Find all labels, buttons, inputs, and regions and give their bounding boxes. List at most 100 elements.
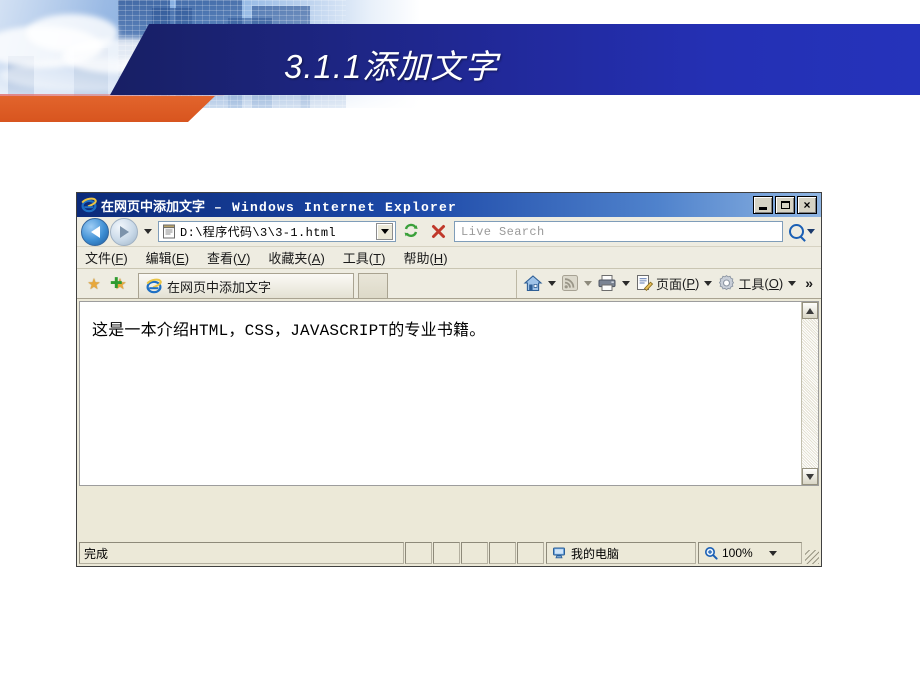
zoom-icon: [705, 547, 718, 560]
menu-item-favorites[interactable]: 收藏夹(A): [268, 248, 324, 267]
close-button[interactable]: ×: [797, 196, 817, 214]
page-menu-label: 页面: [656, 276, 683, 292]
back-button[interactable]: [81, 217, 109, 246]
feeds-button[interactable]: [561, 274, 579, 292]
my-computer-icon: [553, 547, 565, 559]
scroll-up-button[interactable]: [802, 302, 818, 319]
security-zone[interactable]: 我的电脑: [546, 542, 696, 564]
page-title: 3.1.1添加文字: [284, 48, 499, 85]
tab-label: 在网页中添加文字: [167, 279, 272, 295]
menu-item-tools[interactable]: 工具(T): [343, 248, 386, 267]
menu-item-tools-label: 工具: [342, 251, 369, 266]
toolbar-overflow-icon[interactable]: »: [805, 275, 813, 291]
home-button[interactable]: [523, 274, 543, 293]
menu-bar: 文件(F) 编辑(E) 查看(V) 收藏夹(A) 工具(T) 帮助(H): [77, 247, 821, 269]
security-zone-label: 我的电脑: [571, 546, 620, 561]
tools-menu-label: 工具: [738, 276, 765, 292]
forward-arrow-icon: [119, 225, 129, 238]
tools-menu-accel-wrap: (O): [764, 275, 784, 291]
menu-item-file[interactable]: 文件(F): [85, 248, 128, 267]
status-message: 完成: [79, 542, 404, 564]
tab-bar: ★ ★ ✚ 在网页中添加文字 页面 (P) 工具 (O) »: [77, 269, 821, 299]
tools-menu-button[interactable]: 工具 (O): [717, 274, 783, 293]
gear-icon: [719, 275, 735, 291]
window-controls: ×: [753, 196, 819, 214]
page-content-area: 这是一本介绍HTML，CSS，JAVASCRIPT的专业书籍。: [79, 301, 819, 486]
page-menu-accel: P: [686, 275, 696, 291]
address-dropdown-button[interactable]: [376, 223, 393, 240]
menu-item-view[interactable]: 查看(V): [207, 248, 250, 267]
menu-item-help-accel: H: [433, 251, 444, 266]
menu-item-tools-accel: T: [373, 251, 382, 266]
minimize-button[interactable]: [753, 196, 773, 214]
menu-item-view-label: 查看: [207, 251, 234, 266]
vertical-scrollbar[interactable]: [801, 302, 818, 485]
ie-logo-icon: [146, 278, 162, 294]
chevron-down-icon: [380, 229, 389, 234]
forward-button[interactable]: [110, 217, 138, 246]
stop-button[interactable]: [426, 221, 450, 243]
status-slot-3: [461, 542, 488, 564]
tools-menu-accel: O: [768, 275, 779, 291]
address-bar[interactable]: D:\程序代码\3\3-1.html: [158, 221, 396, 242]
status-slot-5: [517, 542, 544, 564]
document-body: 这是一本介绍HTML，CSS，JAVASCRIPT的专业书籍。: [80, 302, 801, 485]
document-icon: [163, 224, 175, 239]
menu-item-help[interactable]: 帮助(H): [403, 248, 447, 267]
search-provider-caret-icon[interactable]: [807, 229, 815, 234]
internet-explorer-window: 在网页中添加文字 – Windows Internet Explorer × D…: [76, 192, 822, 567]
page-menu-caret-icon[interactable]: [704, 280, 713, 286]
menu-item-edit-label: 编辑: [145, 251, 172, 266]
page-menu-button[interactable]: 页面 (P): [635, 274, 699, 293]
search-icon: [788, 224, 804, 239]
zoom-caret-icon[interactable]: [768, 550, 777, 556]
refresh-icon: [404, 223, 418, 237]
stop-icon: [431, 225, 445, 238]
arrow-up-icon: [806, 307, 814, 314]
browser-tab[interactable]: 在网页中添加文字: [138, 273, 354, 298]
menu-item-file-label: 文件: [85, 251, 112, 266]
window-titlebar: 在网页中添加文字 – Windows Internet Explorer ×: [77, 193, 821, 217]
search-input[interactable]: Live Search: [454, 221, 783, 242]
favorites-center-button[interactable]: ★: [84, 275, 104, 294]
status-slot-1: [405, 542, 432, 564]
scrollbar-track[interactable]: [802, 319, 818, 468]
zoom-level-label: 100%: [722, 546, 753, 560]
recent-pages-caret-icon[interactable]: [144, 229, 152, 234]
menu-item-view-accel: V: [237, 251, 247, 266]
close-icon: ×: [803, 198, 811, 212]
back-arrow-icon: [90, 225, 100, 238]
document-text: 这是一本介绍HTML，CSS，JAVASCRIPT的专业书籍。: [92, 322, 486, 340]
address-input[interactable]: D:\程序代码\3\3-1.html: [180, 223, 376, 240]
window-title-cn: 在网页中添加文字: [101, 198, 206, 214]
search-button[interactable]: [785, 221, 807, 243]
print-button[interactable]: [597, 274, 617, 292]
window-title: 在网页中添加文字 – Windows Internet Explorer: [101, 196, 753, 215]
plus-icon: ✚: [110, 275, 123, 292]
command-bar: 页面 (P) 工具 (O) »: [516, 270, 818, 298]
zoom-control[interactable]: 100%: [698, 542, 802, 564]
add-to-favorites-button[interactable]: ★ ✚: [110, 275, 130, 294]
menu-item-help-label: 帮助: [403, 251, 430, 266]
menu-item-edit-accel: E: [176, 251, 185, 266]
status-slot-4: [489, 542, 516, 564]
home-caret-icon[interactable]: [548, 280, 556, 286]
printer-icon: [598, 275, 616, 291]
status-bar: 完成 我的电脑 100%: [79, 542, 819, 564]
refresh-button[interactable]: [399, 221, 423, 243]
maximize-button[interactable]: [775, 196, 795, 214]
ie-logo-icon: [81, 197, 97, 213]
feeds-caret-icon[interactable]: [584, 280, 592, 286]
slide-header: 3.1.1添加文字: [0, 0, 920, 130]
scroll-down-button[interactable]: [802, 468, 818, 485]
new-tab-button[interactable]: [358, 273, 388, 298]
page-icon: [637, 275, 654, 292]
menu-item-favorites-label: 收藏夹: [268, 251, 308, 266]
tools-menu-caret-icon[interactable]: [788, 280, 797, 286]
star-icon: ★: [87, 276, 101, 293]
menu-item-edit[interactable]: 编辑(E): [146, 248, 189, 267]
home-icon: [523, 274, 543, 291]
menu-item-favorites-accel: A: [311, 251, 321, 266]
resize-grip[interactable]: [805, 550, 819, 564]
print-caret-icon[interactable]: [622, 280, 630, 286]
